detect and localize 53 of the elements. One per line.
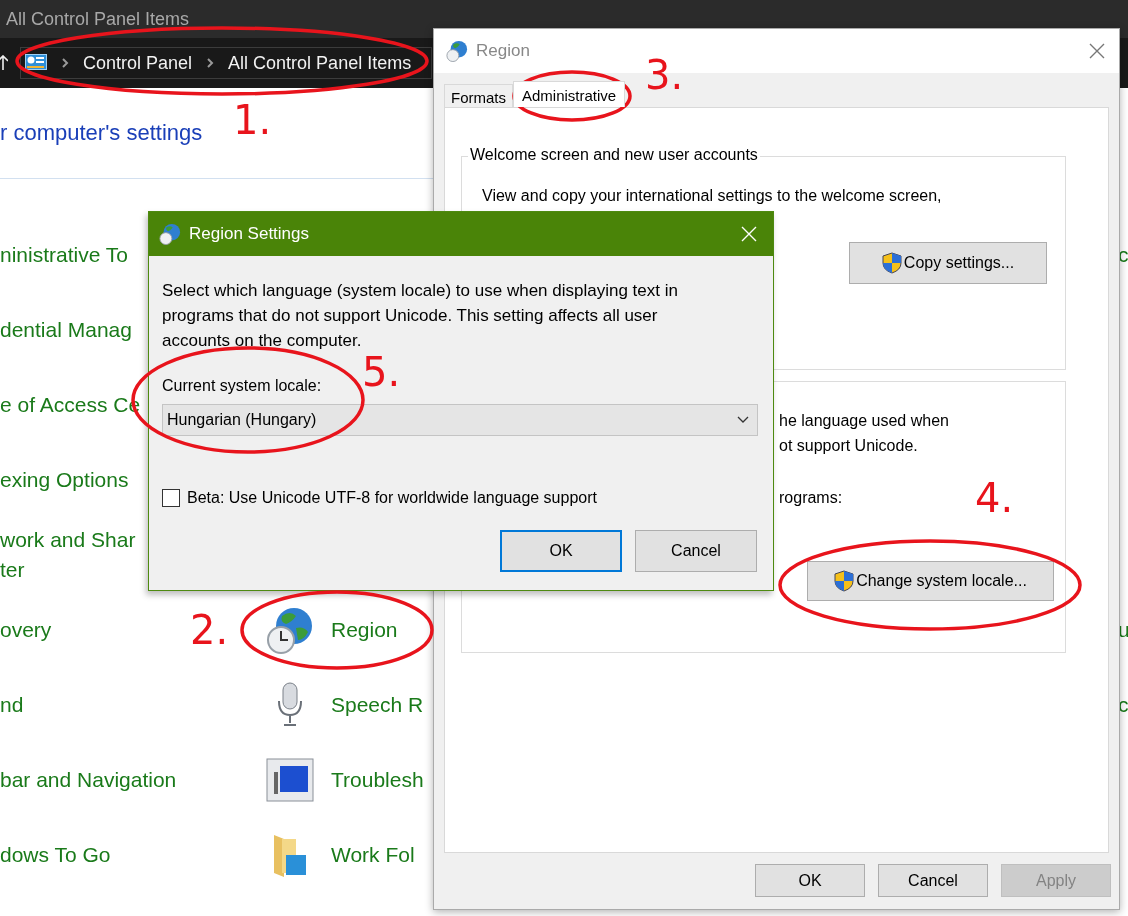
annotation-number: 4.: [975, 478, 1014, 518]
locale-dropdown[interactable]: Hungarian (Hungary): [162, 404, 758, 436]
checkbox-label[interactable]: Beta: Use Unicode UTF-8 for worldwide language support: [187, 489, 597, 507]
control-panel-link[interactable]: exing Options: [0, 464, 129, 495]
window-title: All Control Panel Items: [6, 8, 190, 30]
dialog-button[interactable]: Cancel: [878, 864, 988, 897]
breadcrumb-item[interactable]: Control Panel: [83, 52, 193, 74]
window-title: Region: [476, 41, 531, 61]
control-panel-link[interactable]: nd: [0, 689, 24, 720]
page-heading: r computer's settings: [0, 120, 203, 145]
annotation-number: 3.: [645, 55, 684, 95]
copy-settings-button[interactable]: Copy settings...: [849, 242, 1047, 284]
control-panel-link[interactable]: Work Fol: [331, 839, 415, 870]
shield-icon: [881, 252, 902, 274]
control-panel-link[interactable]: work and Shar ter: [0, 524, 136, 585]
control-panel-link[interactable]: bar and Navigation: [0, 764, 177, 795]
control-panel-link[interactable]: Speech R: [331, 689, 424, 720]
globe-clock-icon: [446, 40, 468, 62]
shield-icon: [834, 570, 855, 592]
change-locale-button[interactable]: Change system locale...: [807, 561, 1054, 601]
control-panel-link[interactable]: dows To Go: [0, 839, 111, 870]
microphone-icon: [275, 680, 305, 729]
control-panel-link[interactable]: ninistrative To: [0, 239, 128, 270]
description-text: he language used when ot support Unicode.: [779, 411, 949, 456]
dialog-button[interactable]: OK: [500, 530, 622, 572]
annotation-number: 2.: [190, 610, 229, 650]
description-text: Select which language (system locale) to use when displaying text in programs that do not support Unicode. This setting affects all user accounts on the computer.: [162, 280, 679, 352]
description-text: View and copy your international settings to the welcome screen,: [482, 186, 943, 206]
label-text: rograms:: [779, 488, 843, 508]
close-icon[interactable]: [1089, 43, 1105, 59]
control-panel-icon: [25, 54, 47, 72]
chevron-down-icon: [737, 416, 749, 424]
dialog-button[interactable]: OK: [755, 864, 865, 897]
control-panel-link[interactable]: Region: [331, 614, 398, 645]
window-title: Region Settings: [189, 224, 311, 244]
globe-clock-icon: [159, 223, 181, 245]
checkbox[interactable]: [162, 489, 180, 507]
address-bar[interactable]: Control Panel All Control Panel Items: [20, 47, 432, 79]
control-panel-link[interactable]: overy: [0, 614, 52, 645]
breadcrumb-item[interactable]: All Control Panel Items: [228, 52, 412, 74]
annotation-number: 1.: [233, 100, 272, 140]
computer-monitor-icon: [266, 757, 314, 802]
annotation-number: 5.: [362, 352, 401, 392]
up-arrow-icon[interactable]: [0, 55, 8, 71]
dialog-button[interactable]: Cancel: [635, 530, 757, 572]
globe-clock-icon: [266, 605, 314, 654]
tab[interactable]: Administrative: [513, 81, 626, 107]
tab[interactable]: Formats: [444, 84, 513, 107]
control-panel-link[interactable]: Troublesh: [331, 764, 424, 795]
chevron-icon: [61, 57, 69, 69]
field-label: Current system locale:: [162, 377, 323, 395]
control-panel-link[interactable]: dential Manag: [0, 314, 132, 345]
chevron-icon: [206, 57, 215, 69]
